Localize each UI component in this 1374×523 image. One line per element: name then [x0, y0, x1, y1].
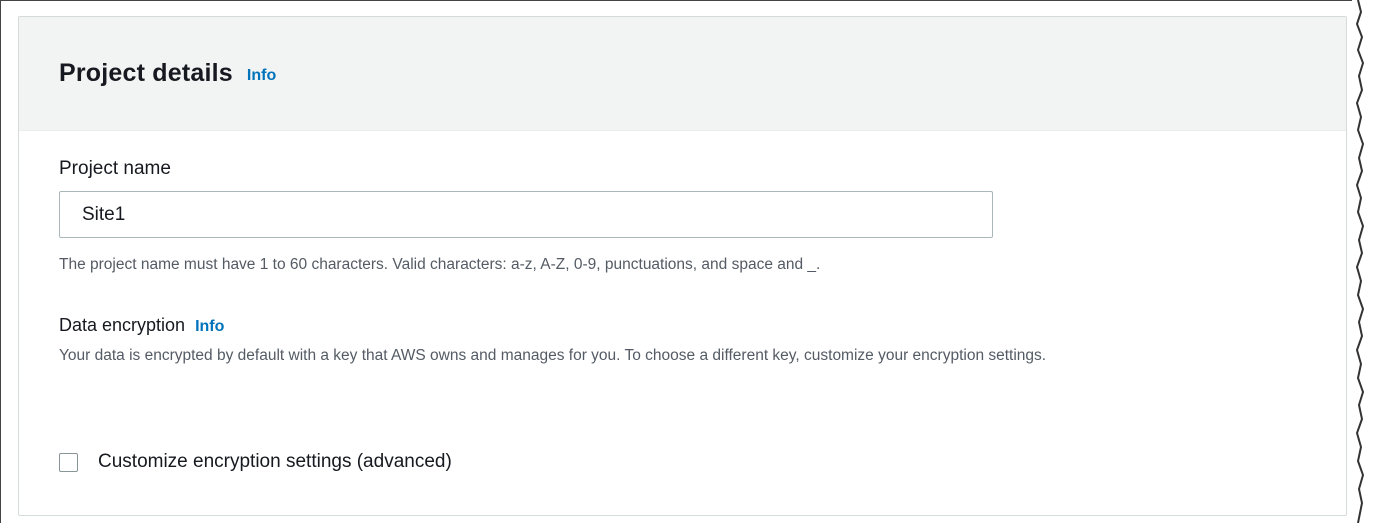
customize-encryption-label[interactable]: Customize encryption settings (advanced) [98, 451, 452, 473]
project-name-helper-text: The project name must have 1 to 60 chara… [59, 256, 821, 273]
project-details-panel: Project details Info Project name The pr… [18, 16, 1347, 516]
project-name-input[interactable] [59, 191, 993, 238]
data-encryption-description: Your data is encrypted by default with a… [59, 347, 1047, 364]
panel-header: Project details Info [19, 17, 1346, 131]
project-name-label: Project name [59, 158, 171, 179]
data-encryption-info-link[interactable]: Info [195, 318, 224, 335]
data-encryption-label: Data encryption [59, 315, 186, 335]
customize-encryption-option[interactable]: Customize encryption settings (advanced) [59, 451, 452, 473]
torn-edge-decoration [1352, 0, 1374, 523]
data-encryption-heading: Data encryption Info [59, 315, 224, 336]
panel-info-link[interactable]: Info [247, 67, 276, 85]
panel-title: Project details [59, 59, 233, 87]
customize-encryption-checkbox[interactable] [59, 452, 78, 472]
